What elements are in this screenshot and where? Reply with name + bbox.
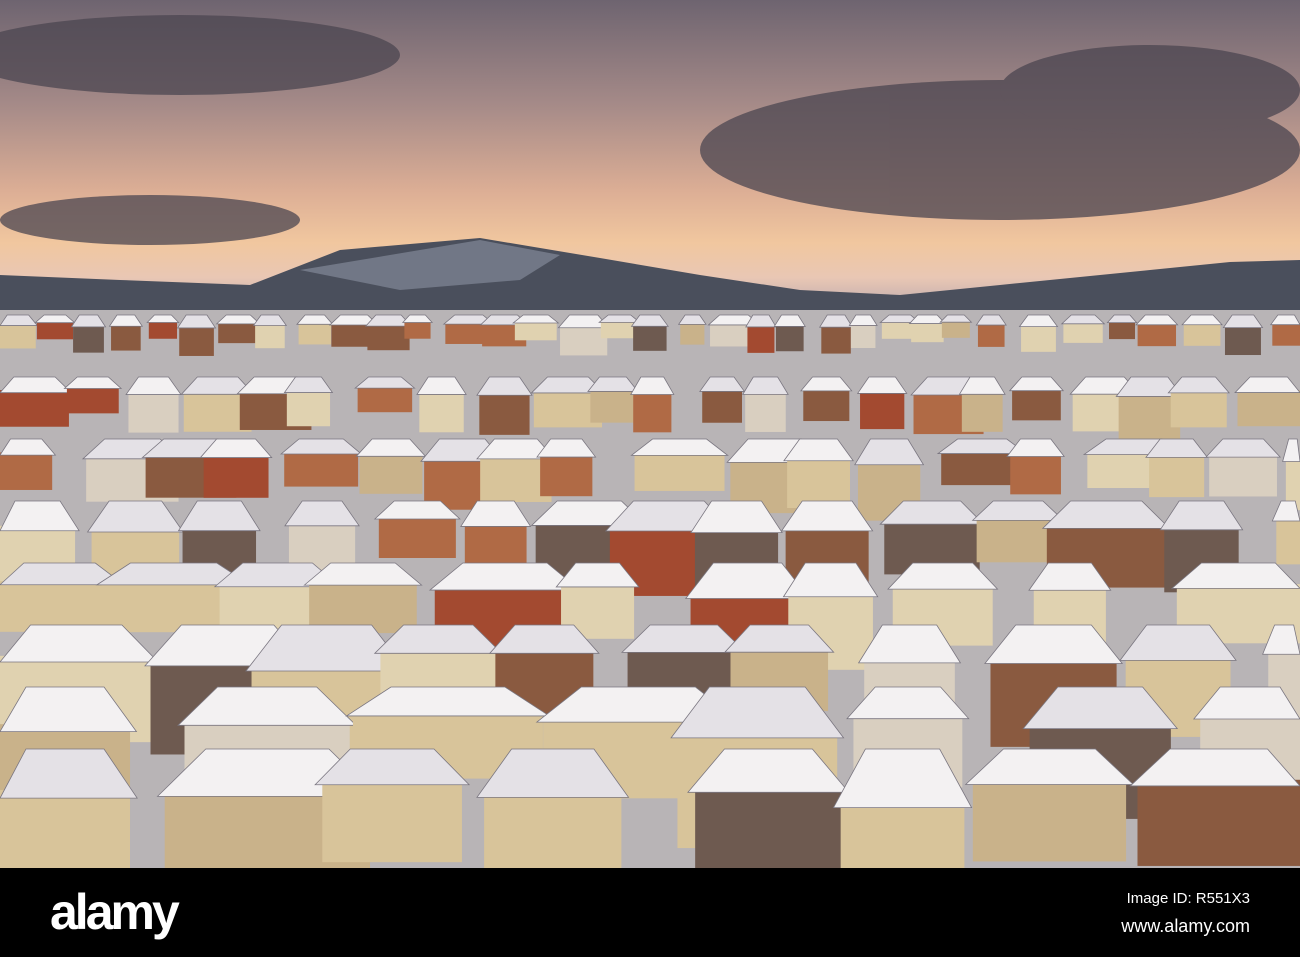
scene-illustration [0,15,1300,868]
site-url[interactable]: www.alamy.com [1121,916,1250,937]
house-wall [484,789,622,868]
house-wall [803,388,850,422]
house-wall [419,391,464,433]
house-wall [634,452,725,491]
house-wall [36,321,74,340]
house-wall [514,321,557,341]
house-wall [359,453,423,494]
house-wall [0,452,53,490]
house-wall [633,391,672,433]
house-wall [747,324,775,353]
house-wall [1276,517,1300,565]
house-wall [1149,454,1205,498]
house-wall [284,451,359,487]
house-wall [1170,390,1227,428]
house-wall [0,581,120,632]
house-wall [1063,322,1103,343]
house-wall [286,389,331,427]
house-wall [1012,388,1061,421]
house-wall [367,324,410,351]
rooftops [0,314,1300,868]
house-wall [600,321,639,339]
house-wall [218,322,259,344]
house-wall [695,785,842,868]
house-wall [633,324,667,351]
house-wall [1109,321,1136,340]
house-wall [961,391,1003,432]
house-wall [1137,323,1177,347]
stock-photo-page: alamy Image ID: R551X3 www.alamy.com [0,0,1300,957]
house-wall [1224,325,1261,356]
house-wall [590,389,636,423]
house-wall [840,797,965,868]
house-wall [66,386,119,414]
house-wall [1209,454,1277,497]
house-wall [73,324,104,353]
house-wall [680,322,705,345]
house-wall [972,778,1127,862]
house-wall [111,324,141,351]
house-wall [128,391,179,433]
house-wall [1010,453,1061,495]
house-wall [322,778,462,863]
house-wall [179,325,214,356]
house-wall [560,325,608,356]
snowy-town-photo [0,0,1300,868]
house-wall [0,390,69,427]
house-wall [775,324,804,352]
house-wall [821,325,851,354]
house-wall [1137,779,1300,866]
house-wall [911,322,944,343]
house-wall [1237,389,1300,427]
house-wall [977,323,1005,347]
house-wall [702,389,742,423]
house-wall [298,322,332,345]
house-wall [1272,323,1300,346]
house-wall [1021,324,1056,352]
image-id: Image ID: R551X3 [1126,890,1250,907]
house-wall [404,321,431,339]
house-wall [860,390,905,430]
house-wall [850,323,876,349]
house-wall [255,323,285,349]
alamy-logo: alamy [50,884,180,940]
house-wall [745,391,786,432]
house-wall [540,454,593,497]
house-wall [203,454,269,498]
clouds [0,15,1300,245]
house-wall [148,321,178,339]
house-wall [941,321,970,338]
house-wall [0,789,130,868]
house-wall [479,392,530,435]
house-wall [787,457,850,508]
watermark-footer: alamy Image ID: R551X3 www.alamy.com [0,868,1300,957]
house-wall [0,323,36,349]
house-wall [378,516,456,559]
house-wall [357,386,413,413]
house-wall [1183,323,1221,346]
